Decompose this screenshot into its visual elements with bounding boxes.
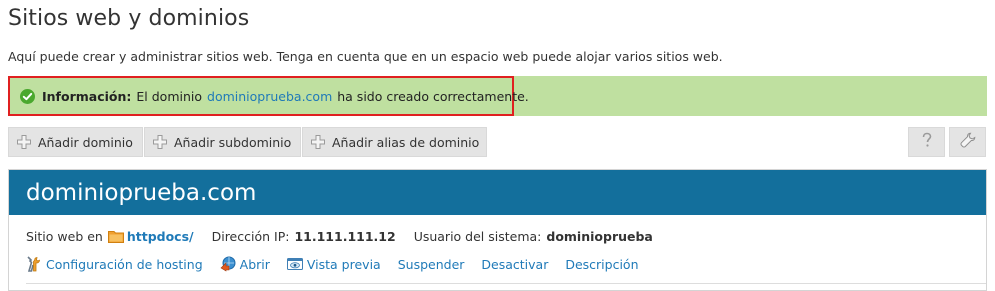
info-message-text-after: ha sido creado correctamente. xyxy=(337,88,529,104)
add-subdomain-button[interactable]: Añadir subdominio xyxy=(144,127,301,157)
help-button[interactable] xyxy=(908,127,945,157)
plus-icon xyxy=(153,135,167,149)
website-at-label: Sitio web en xyxy=(26,229,103,244)
domain-info-row: Sitio web en httpdocs/ Dirección IP: 11.… xyxy=(26,229,653,244)
open-label: Abrir xyxy=(239,256,270,272)
question-icon xyxy=(920,132,934,152)
add-domain-alias-button[interactable]: Añadir alias de dominio xyxy=(302,127,487,157)
domain-card: dominioprueba.com Sitio web en httpdocs/… xyxy=(8,169,987,291)
info-domain-link[interactable]: dominioprueba.com xyxy=(207,89,332,104)
folder-icon xyxy=(107,230,124,243)
add-domain-button[interactable]: Añadir dominio xyxy=(8,127,143,157)
document-root-link[interactable]: httpdocs/ xyxy=(127,229,194,244)
preview-label: Vista previa xyxy=(306,256,381,272)
settings-button[interactable] xyxy=(949,127,986,157)
preview-icon xyxy=(286,256,303,272)
description-link[interactable]: Descripción xyxy=(565,257,638,272)
add-domain-alias-label: Añadir alias de dominio xyxy=(332,134,480,150)
page-title: Sitios web y dominios xyxy=(8,6,250,31)
open-link[interactable]: Abrir xyxy=(220,256,270,272)
add-domain-label: Añadir dominio xyxy=(38,134,133,150)
domain-card-header: dominioprueba.com xyxy=(9,170,986,215)
info-message-text-before: El dominio xyxy=(136,88,203,104)
wrench-icon xyxy=(959,132,976,152)
ip-address-label: Dirección IP: xyxy=(211,229,290,244)
ip-address-value: 11.111.111.12 xyxy=(294,229,396,244)
page-description: Aquí puede crear y administrar sitios we… xyxy=(8,49,723,64)
open-globe-icon xyxy=(220,256,236,272)
hosting-tools-icon xyxy=(26,256,42,272)
system-user-label: Usuario del sistema: xyxy=(413,229,542,244)
add-subdomain-label: Añadir subdominio xyxy=(174,134,292,150)
check-circle-icon xyxy=(20,88,35,104)
toolbar: Añadir dominio Añadir subdominio Añadir … xyxy=(8,127,987,157)
domain-actions-row: Configuración de hosting Abrir Vista pre… xyxy=(26,256,656,272)
system-user-value: dominioprueba xyxy=(546,229,653,244)
domain-name[interactable]: dominioprueba.com xyxy=(26,180,256,206)
preview-link[interactable]: Vista previa xyxy=(286,256,381,272)
suspend-link[interactable]: Suspender xyxy=(398,257,465,272)
card-divider xyxy=(26,283,986,284)
deactivate-link[interactable]: Desactivar xyxy=(481,257,548,272)
hosting-settings-label: Configuración de hosting xyxy=(46,256,203,272)
plus-icon xyxy=(17,135,31,149)
info-message-highlight: Información: El dominio dominioprueba.co… xyxy=(8,76,529,116)
hosting-settings-link[interactable]: Configuración de hosting xyxy=(26,256,203,272)
info-message-bar: Información: El dominio dominioprueba.co… xyxy=(8,76,987,116)
plus-icon xyxy=(311,135,325,149)
info-message-label: Información: xyxy=(42,88,132,104)
